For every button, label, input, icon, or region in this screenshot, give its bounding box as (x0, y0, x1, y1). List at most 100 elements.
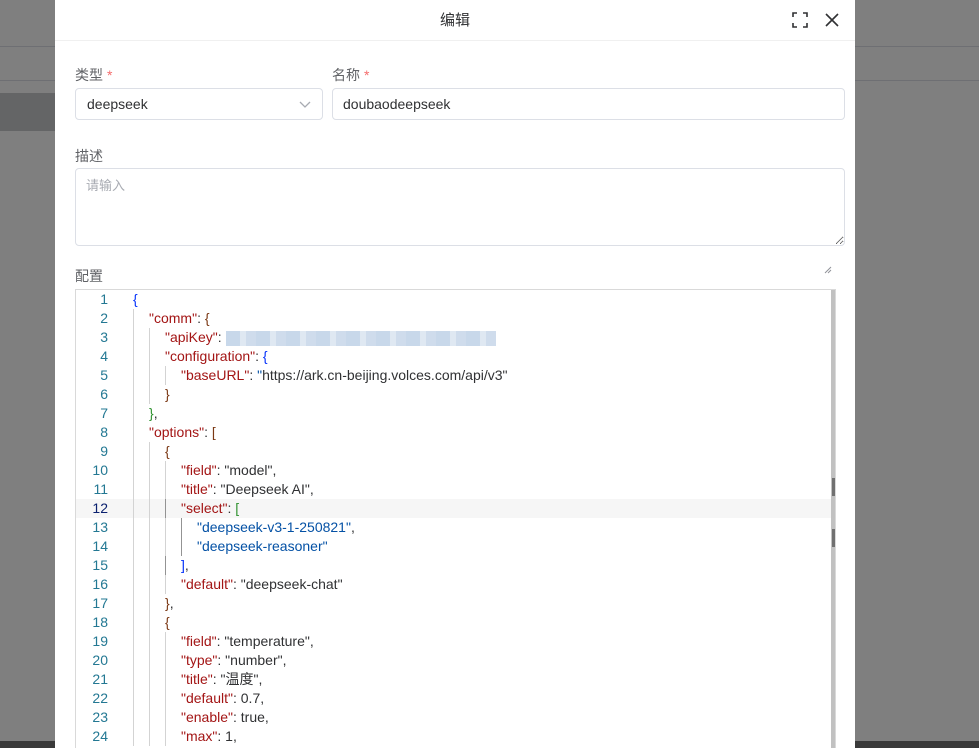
code-lines: 1{2 "comm": {3 "apiKey": 4 "configuration":… (76, 290, 835, 746)
dialog-header: 编辑 (55, 0, 855, 41)
code-line: 9{ (76, 442, 835, 461)
indent-guide (133, 499, 134, 518)
required-mark: * (364, 67, 370, 83)
indent-guide (133, 594, 134, 613)
indent-guide (149, 594, 150, 613)
code-line: 6} (76, 385, 835, 404)
code-line: 8 "options": [ (76, 423, 835, 442)
code-line: 18 { (76, 613, 835, 632)
indent-guide (165, 518, 166, 537)
line-number: 23 (92, 709, 108, 725)
line-number: 16 (92, 576, 108, 592)
code-text: "configuration": { (165, 348, 268, 364)
indent-guide (149, 537, 150, 556)
indent-guide (165, 651, 166, 670)
line-number: 18 (92, 614, 108, 630)
indent-guide (133, 328, 134, 347)
code-text: }, (149, 405, 158, 421)
code-line: 16 "default": "deepseek-chat" (76, 575, 835, 594)
code-text: "enable": true, (181, 709, 269, 725)
code-text: "max": 1, (181, 728, 237, 744)
code-line: 7}, (76, 404, 835, 423)
indent-guide (149, 385, 150, 404)
code-line: 22 "default": 0.7, (76, 689, 835, 708)
indent-guide (181, 518, 182, 537)
line-number: 13 (92, 519, 108, 535)
name-label: 名称 * (332, 65, 369, 85)
indent-guide (149, 499, 150, 518)
scrollbar-marker (832, 529, 835, 547)
indent-guide (133, 727, 134, 746)
indent-guide (133, 309, 134, 328)
code-text: } (165, 386, 170, 402)
code-text: "type": "number", (181, 652, 287, 668)
line-number: 15 (92, 557, 108, 573)
code-text: { (133, 291, 138, 307)
indent-guide (133, 480, 134, 499)
indent-guide (149, 328, 150, 347)
indent-guide (133, 423, 134, 442)
indent-guide (133, 575, 134, 594)
indent-guide (133, 461, 134, 480)
line-number: 11 (93, 481, 108, 497)
indent-guide (165, 575, 166, 594)
code-line: 4 "configuration": { (76, 347, 835, 366)
required-mark: * (107, 67, 113, 83)
indent-guide (149, 556, 150, 575)
code-text: "default": "deepseek-chat" (181, 576, 343, 592)
code-text: "options": [ (149, 424, 216, 440)
editor-scrollbar[interactable] (831, 290, 835, 748)
indent-guide (133, 689, 134, 708)
code-line: 3 "apiKey": (76, 328, 835, 347)
line-number: 17 (92, 595, 108, 611)
code-line: 13 "deepseek-v3-1-250821", (76, 518, 835, 537)
line-number: 9 (100, 443, 108, 459)
chevron-down-icon (298, 97, 312, 111)
indent-guide (165, 556, 166, 575)
indent-guide (165, 537, 166, 556)
type-select-value: deepseek (87, 96, 148, 112)
line-number: 6 (100, 386, 108, 402)
code-line: 10 "field": "model", (76, 461, 835, 480)
line-number: 21 (92, 671, 108, 687)
line-number: 1 (100, 291, 108, 307)
code-text: { (165, 614, 170, 630)
indent-guide (165, 708, 166, 727)
code-text: "field": "model", (181, 462, 277, 478)
fullscreen-icon[interactable] (791, 11, 809, 29)
close-icon[interactable] (823, 11, 841, 29)
indent-guide (165, 366, 166, 385)
config-code-editor[interactable]: 1{2 "comm": {3 "apiKey": 4 "configuration":… (75, 289, 836, 748)
resize-handle-icon[interactable] (824, 261, 832, 274)
code-line: 21 "title": "温度", (76, 670, 835, 689)
indent-guide (133, 366, 134, 385)
type-select[interactable]: deepseek (75, 88, 323, 120)
indent-guide (149, 727, 150, 746)
name-input[interactable] (332, 88, 845, 120)
config-label: 配置 (75, 268, 103, 284)
type-label: 类型 * (75, 65, 112, 85)
code-text: "apiKey": (165, 328, 496, 347)
code-line: 17}, (76, 594, 835, 613)
line-number: 24 (92, 728, 108, 744)
line-number: 8 (100, 424, 108, 440)
indent-guide (133, 556, 134, 575)
indent-guide (133, 708, 134, 727)
code-text: "field": "temperature", (181, 633, 314, 649)
description-textarea[interactable] (75, 168, 845, 246)
code-line: 14 "deepseek-reasoner" (76, 537, 835, 556)
indent-guide (149, 461, 150, 480)
code-text: }, (165, 595, 174, 611)
line-number: 7 (100, 405, 108, 421)
indent-guide (149, 670, 150, 689)
code-line: 19 "field": "temperature", (76, 632, 835, 651)
indent-guide (149, 708, 150, 727)
code-line: 5 "baseURL": "https://ark.cn-beijing.volc… (76, 366, 835, 385)
line-number: 4 (100, 348, 108, 364)
line-number: 5 (100, 367, 108, 383)
dialog-title: 编辑 (439, 12, 470, 29)
line-number: 22 (92, 690, 108, 706)
code-text: "title": "Deepseek AI", (181, 481, 314, 497)
line-number: 14 (92, 538, 108, 554)
indent-guide (165, 689, 166, 708)
